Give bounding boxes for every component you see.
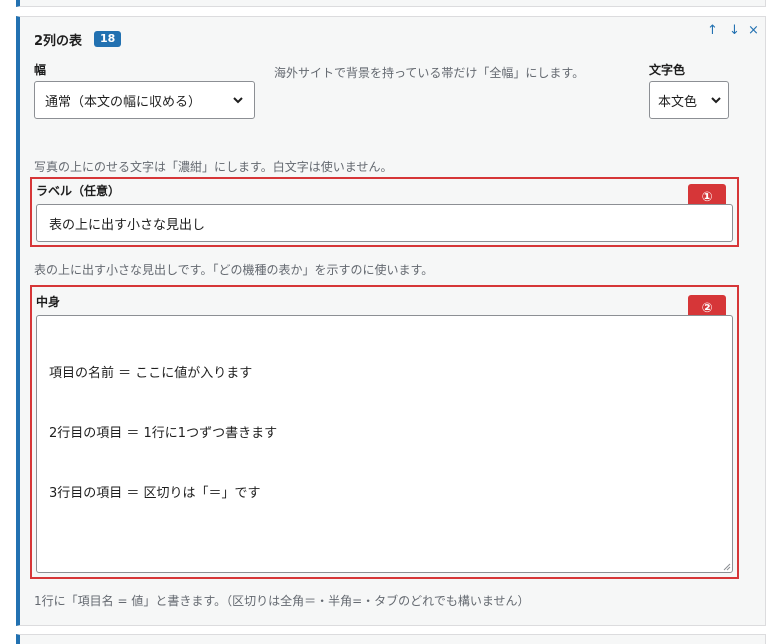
content-description: 1行に「項目名 = 値」と書きます。（区切りは全角＝・半角=・タブのどれでも構い…: [34, 594, 530, 608]
width-description: 海外サイトで背景を持っている帯だけ「全幅」にします。: [274, 66, 585, 80]
chevron-down-icon: [233, 97, 243, 104]
block-title: 2列の表: [34, 34, 83, 49]
move-down-button[interactable]: ↓: [729, 23, 740, 38]
text-color-select[interactable]: 本文色: [649, 81, 729, 119]
width-label: 幅: [34, 63, 47, 77]
width-select-value: 通常（本文の幅に収める）: [45, 94, 202, 110]
next-block-card: [16, 634, 766, 644]
label-field-highlight: ラベル（任意） ① 表の上に出す小さな見出し: [30, 177, 739, 247]
remove-block-button[interactable]: ×: [748, 23, 759, 38]
content-line: 3行目の項目 ＝ 区切りは「＝」です: [49, 486, 261, 501]
chevron-down-icon: [711, 97, 721, 104]
width-select[interactable]: 通常（本文の幅に収める）: [34, 81, 255, 119]
content-line: 2行目の項目 ＝ 1行に1つずつ書きます: [49, 426, 278, 441]
label-input-value: 表の上に出す小さな見出し: [49, 217, 206, 233]
resize-handle-icon[interactable]: [723, 563, 731, 571]
content-field-label: 中身: [36, 295, 61, 309]
label-input[interactable]: 表の上に出す小さな見出し: [36, 204, 733, 242]
move-up-button[interactable]: ↑: [707, 23, 718, 38]
text-color-value: 本文色: [658, 94, 698, 110]
label-field-label: ラベル（任意）: [36, 184, 121, 198]
content-textarea[interactable]: 項目の名前 ＝ ここに値が入ります 2行目の項目 ＝ 1行に1つずつ書きます 3…: [36, 315, 733, 573]
table-block-card: 2列の表 18 ↑ ↓ × 幅 通常（本文の幅に収める） 海外サイトで背景を持っ…: [16, 16, 766, 626]
block-number-badge: 18: [94, 31, 122, 47]
text-color-label: 文字色: [649, 63, 686, 77]
label-description: 表の上に出す小さな見出しです。「どの機種の表か」を示すのに使います。: [34, 263, 434, 277]
content-line: 項目の名前 ＝ ここに値が入ります: [49, 366, 253, 381]
previous-block-card: [16, 0, 766, 7]
content-field-highlight: 中身 ② 項目の名前 ＝ ここに値が入ります 2行目の項目 ＝ 1行に1つずつ書…: [30, 285, 739, 579]
photo-text-note: 写真の上にのせる文字は「濃紺」にします。白文字は使いません。: [34, 160, 393, 174]
